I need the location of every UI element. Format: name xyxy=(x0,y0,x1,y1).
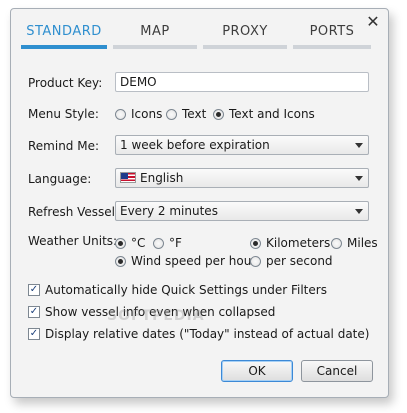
display-relative-dates-checkbox[interactable]: ✓ Display relative dates ("Today" instea… xyxy=(28,327,369,341)
menu-style-text-and-icons-radio[interactable]: Text and Icons xyxy=(213,107,315,121)
weather-units-wind-per-second-radio[interactable]: per second xyxy=(250,254,333,268)
tab-map-underline xyxy=(113,45,197,49)
tab-proxy-label: PROXY xyxy=(222,24,268,39)
remind-me-dropdown[interactable]: 1 week before expiration xyxy=(115,135,369,155)
radio-dot-icon xyxy=(153,237,164,249)
us-flag-icon xyxy=(120,172,136,183)
product-key-label: Product Key: xyxy=(28,76,103,90)
radio-dot-icon xyxy=(213,108,224,120)
weather-units-miles-label: Miles xyxy=(347,236,378,250)
weather-units-fahrenheit-label: °F xyxy=(169,236,182,250)
checkmark-icon: ✓ xyxy=(28,328,40,340)
auto-hide-quick-settings-label: Automatically hide Quick Settings under … xyxy=(45,283,327,297)
weather-units-kilometers-label: Kilometers xyxy=(266,236,331,250)
tab-proxy-underline xyxy=(203,45,287,49)
tab-standard-underline xyxy=(21,45,107,49)
display-relative-dates-label: Display relative dates ("Today" instead … xyxy=(45,327,370,341)
refresh-vessels-value: Every 2 minutes xyxy=(120,204,218,218)
remind-me-value: 1 week before expiration xyxy=(120,138,270,152)
checkmark-icon: ✓ xyxy=(28,284,40,296)
language-value: English xyxy=(140,171,184,185)
refresh-vessels-dropdown[interactable]: Every 2 minutes xyxy=(115,201,369,221)
menu-style-text-label: Text xyxy=(182,107,207,121)
tab-map[interactable]: MAP xyxy=(113,21,197,57)
radio-dot-icon xyxy=(115,237,126,249)
product-key-field[interactable]: DEMO xyxy=(115,72,369,92)
refresh-vessels-label: Refresh Vessels: xyxy=(28,205,126,219)
radio-dot-icon xyxy=(166,108,177,120)
radio-dot-icon xyxy=(331,237,342,249)
chevron-down-icon xyxy=(355,176,363,181)
tab-ports-label: PORTS xyxy=(309,24,355,39)
weather-units-wind-per-hour-radio[interactable]: Wind speed per hour xyxy=(115,254,256,268)
auto-hide-quick-settings-checkbox[interactable]: ✓ Automatically hide Quick Settings unde… xyxy=(28,283,327,297)
weather-units-kilometers-radio[interactable]: Kilometers xyxy=(250,236,330,250)
tab-ports[interactable]: PORTS xyxy=(293,21,371,57)
radio-dot-icon xyxy=(250,237,261,249)
language-label: Language: xyxy=(28,172,92,186)
ok-button[interactable]: OK xyxy=(221,360,293,382)
menu-style-icons-radio[interactable]: Icons xyxy=(115,107,162,121)
weather-units-miles-radio[interactable]: Miles xyxy=(331,236,378,250)
chevron-down-icon xyxy=(355,209,363,214)
weather-units-wind-per-second-label: per second xyxy=(266,254,333,268)
menu-style-label: Menu Style: xyxy=(28,107,99,121)
cancel-button[interactable]: Cancel xyxy=(301,360,373,382)
radio-dot-icon xyxy=(115,255,126,267)
weather-units-celsius-label: °C xyxy=(131,236,146,250)
menu-style-text-and-icons-label: Text and Icons xyxy=(229,107,315,121)
tab-standard[interactable]: STANDARD xyxy=(21,21,107,57)
checkmark-icon: ✓ xyxy=(28,306,40,318)
settings-dialog: ✕ STANDARD MAP PROXY PORTS Product Key: … xyxy=(10,8,389,398)
language-dropdown[interactable]: English xyxy=(115,168,369,188)
weather-units-celsius-radio[interactable]: °C xyxy=(115,236,145,250)
tab-standard-label: STANDARD xyxy=(26,24,102,39)
softpedia-watermark: SOFTPEDIA xyxy=(107,308,205,324)
weather-units-wind-per-hour-label: Wind speed per hour xyxy=(131,254,257,268)
menu-style-text-radio[interactable]: Text xyxy=(166,107,206,121)
chevron-down-icon xyxy=(355,143,363,148)
radio-dot-icon xyxy=(115,108,126,120)
radio-dot-icon xyxy=(250,255,261,267)
tab-map-label: MAP xyxy=(140,24,170,39)
menu-style-icons-label: Icons xyxy=(131,107,163,121)
tab-bar: STANDARD MAP PROXY PORTS xyxy=(21,21,371,57)
tab-proxy[interactable]: PROXY xyxy=(203,21,287,57)
weather-units-label: Weather Units: xyxy=(28,234,118,248)
tab-ports-underline xyxy=(293,45,371,49)
weather-units-fahrenheit-radio[interactable]: °F xyxy=(153,236,182,250)
remind-me-label: Remind Me: xyxy=(28,139,100,153)
